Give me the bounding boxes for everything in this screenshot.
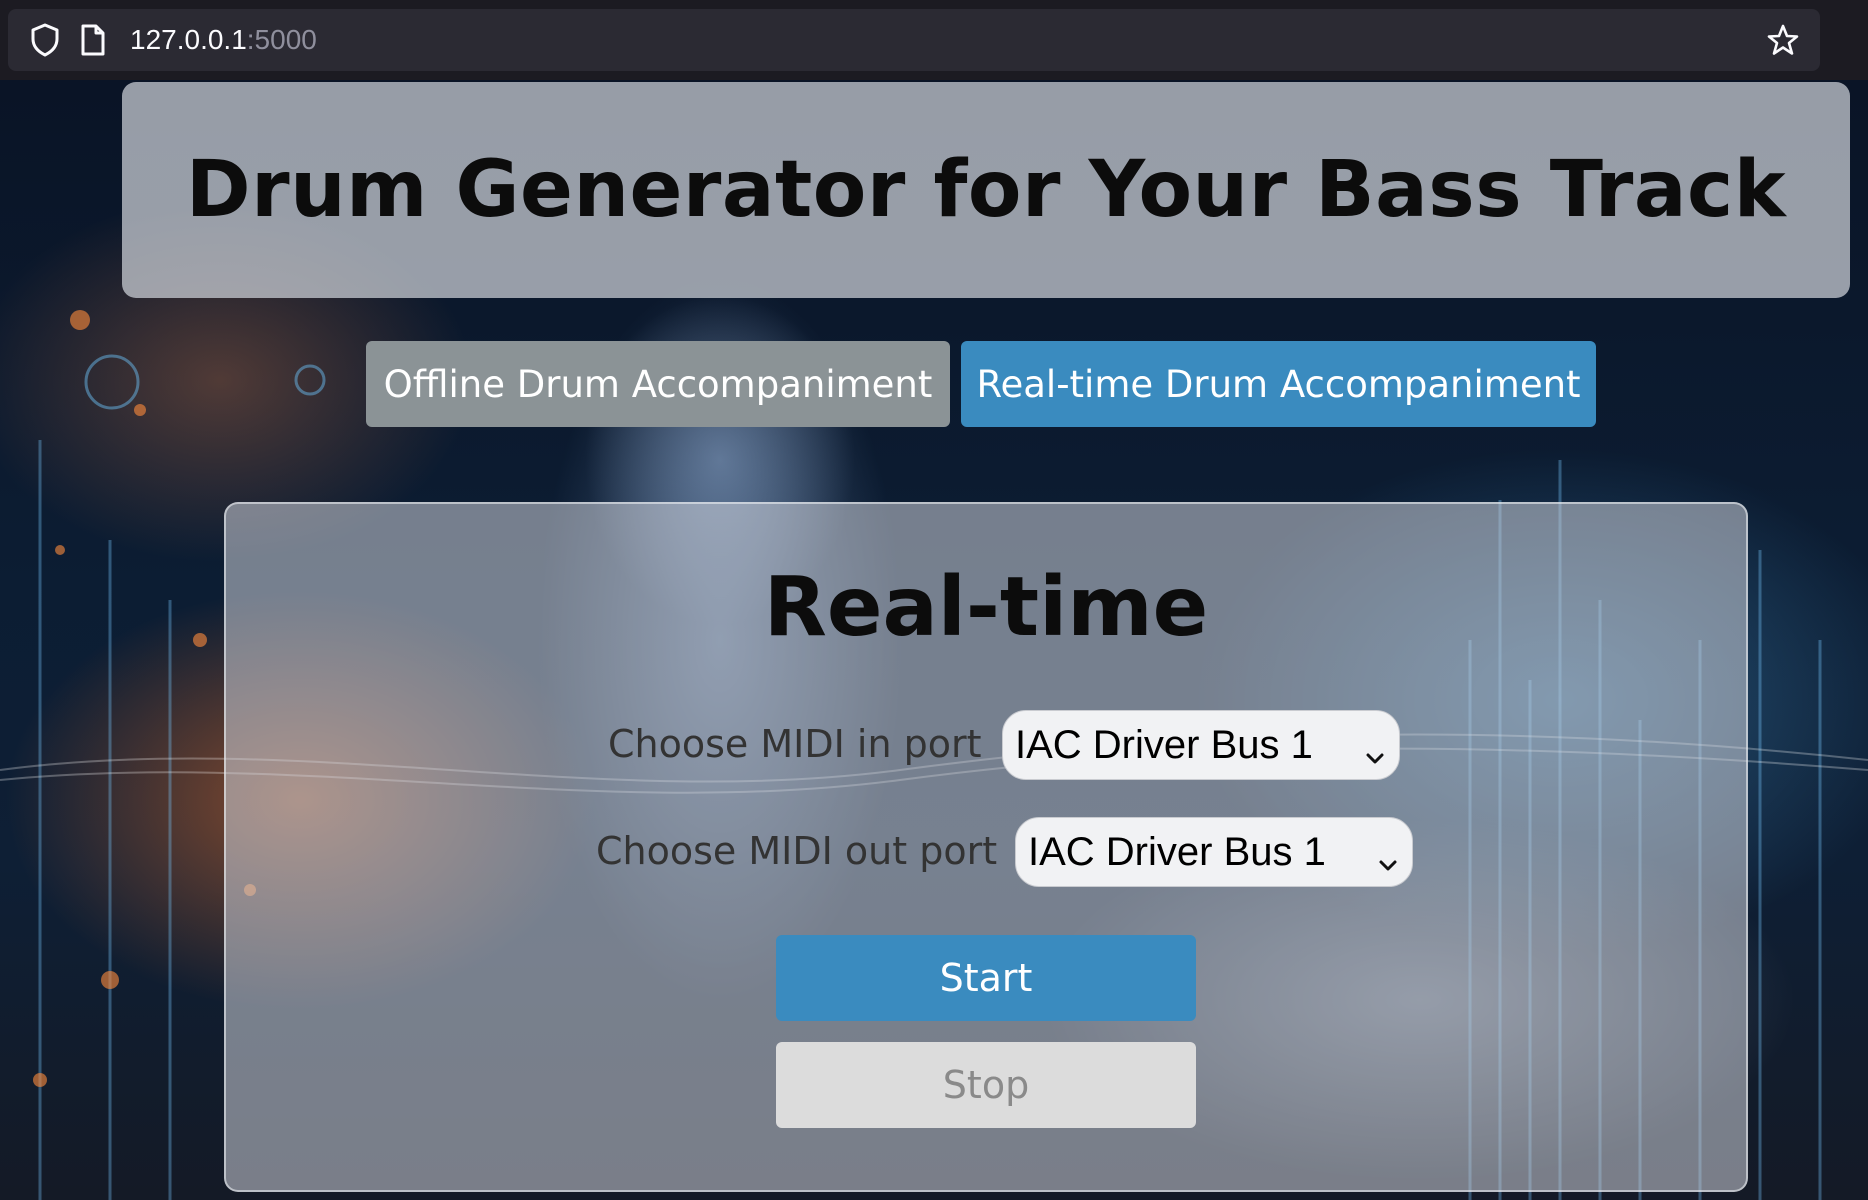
url-port: :5000 — [246, 24, 317, 55]
midi-out-label: Choose MIDI out port — [596, 829, 998, 873]
start-button[interactable]: Start — [776, 935, 1196, 1021]
chevron-down-icon — [1378, 842, 1398, 887]
midi-out-select[interactable]: IAC Driver Bus 1 — [1015, 817, 1413, 887]
midi-in-selected: IAC Driver Bus 1 — [1015, 722, 1313, 767]
header-panel: Drum Generator for Your Bass Track — [122, 82, 1850, 298]
section-title: Real-time — [763, 560, 1209, 655]
tab-offline-accompaniment[interactable]: Offline Drum Accompaniment — [366, 341, 950, 427]
stop-button: Stop — [776, 1042, 1196, 1128]
chevron-down-icon — [1365, 735, 1385, 780]
midi-out-selected: IAC Driver Bus 1 — [1028, 829, 1326, 874]
page-title: Drum Generator for Your Bass Track — [185, 145, 1787, 235]
bookmark-star-icon[interactable] — [1752, 9, 1814, 71]
url-text[interactable]: 127.0.0.1:5000 — [130, 9, 317, 71]
tab-realtime-accompaniment[interactable]: Real-time Drum Accompaniment — [961, 341, 1596, 427]
page-icon — [62, 9, 124, 71]
url-host: 127.0.0.1 — [130, 24, 247, 55]
browser-toolbar: 127.0.0.1:5000 — [0, 0, 1868, 80]
midi-in-label: Choose MIDI in port — [608, 722, 982, 766]
address-bar[interactable]: 127.0.0.1:5000 — [8, 9, 1820, 71]
midi-in-select[interactable]: IAC Driver Bus 1 — [1002, 710, 1400, 780]
